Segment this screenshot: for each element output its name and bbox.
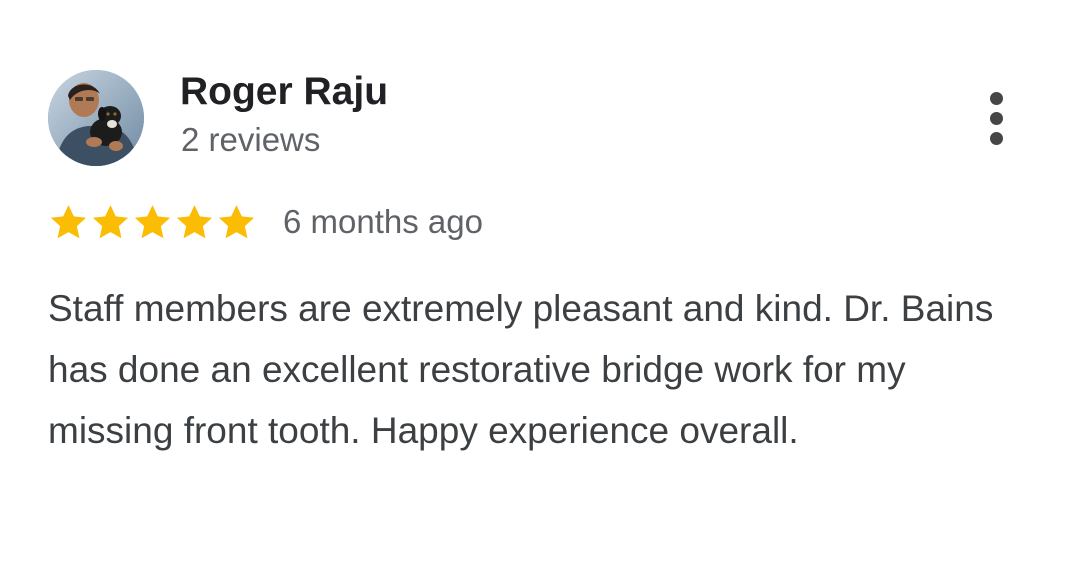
star-icon <box>90 202 131 243</box>
reviewer-name[interactable]: Roger Raju <box>180 68 388 116</box>
star-icon <box>48 202 89 243</box>
reviewer-review-count[interactable]: 2 reviews <box>181 118 320 162</box>
more-options-button[interactable] <box>972 88 1020 148</box>
star-icon <box>132 202 173 243</box>
rating-row: 6 months ago <box>48 200 483 244</box>
review-card: Roger Raju 2 reviews 6 months ago Staff … <box>0 0 1080 564</box>
review-text: Staff members are extremely pleasant and… <box>48 288 994 451</box>
more-vert-icon-dot <box>989 111 1003 125</box>
more-vert-icon-dot <box>989 131 1003 145</box>
avatar[interactable] <box>48 70 144 166</box>
more-vert-icon <box>989 91 1003 105</box>
star-rating <box>48 202 257 243</box>
star-icon <box>174 202 215 243</box>
review-date: 6 months ago <box>283 203 483 240</box>
star-icon <box>216 202 257 243</box>
